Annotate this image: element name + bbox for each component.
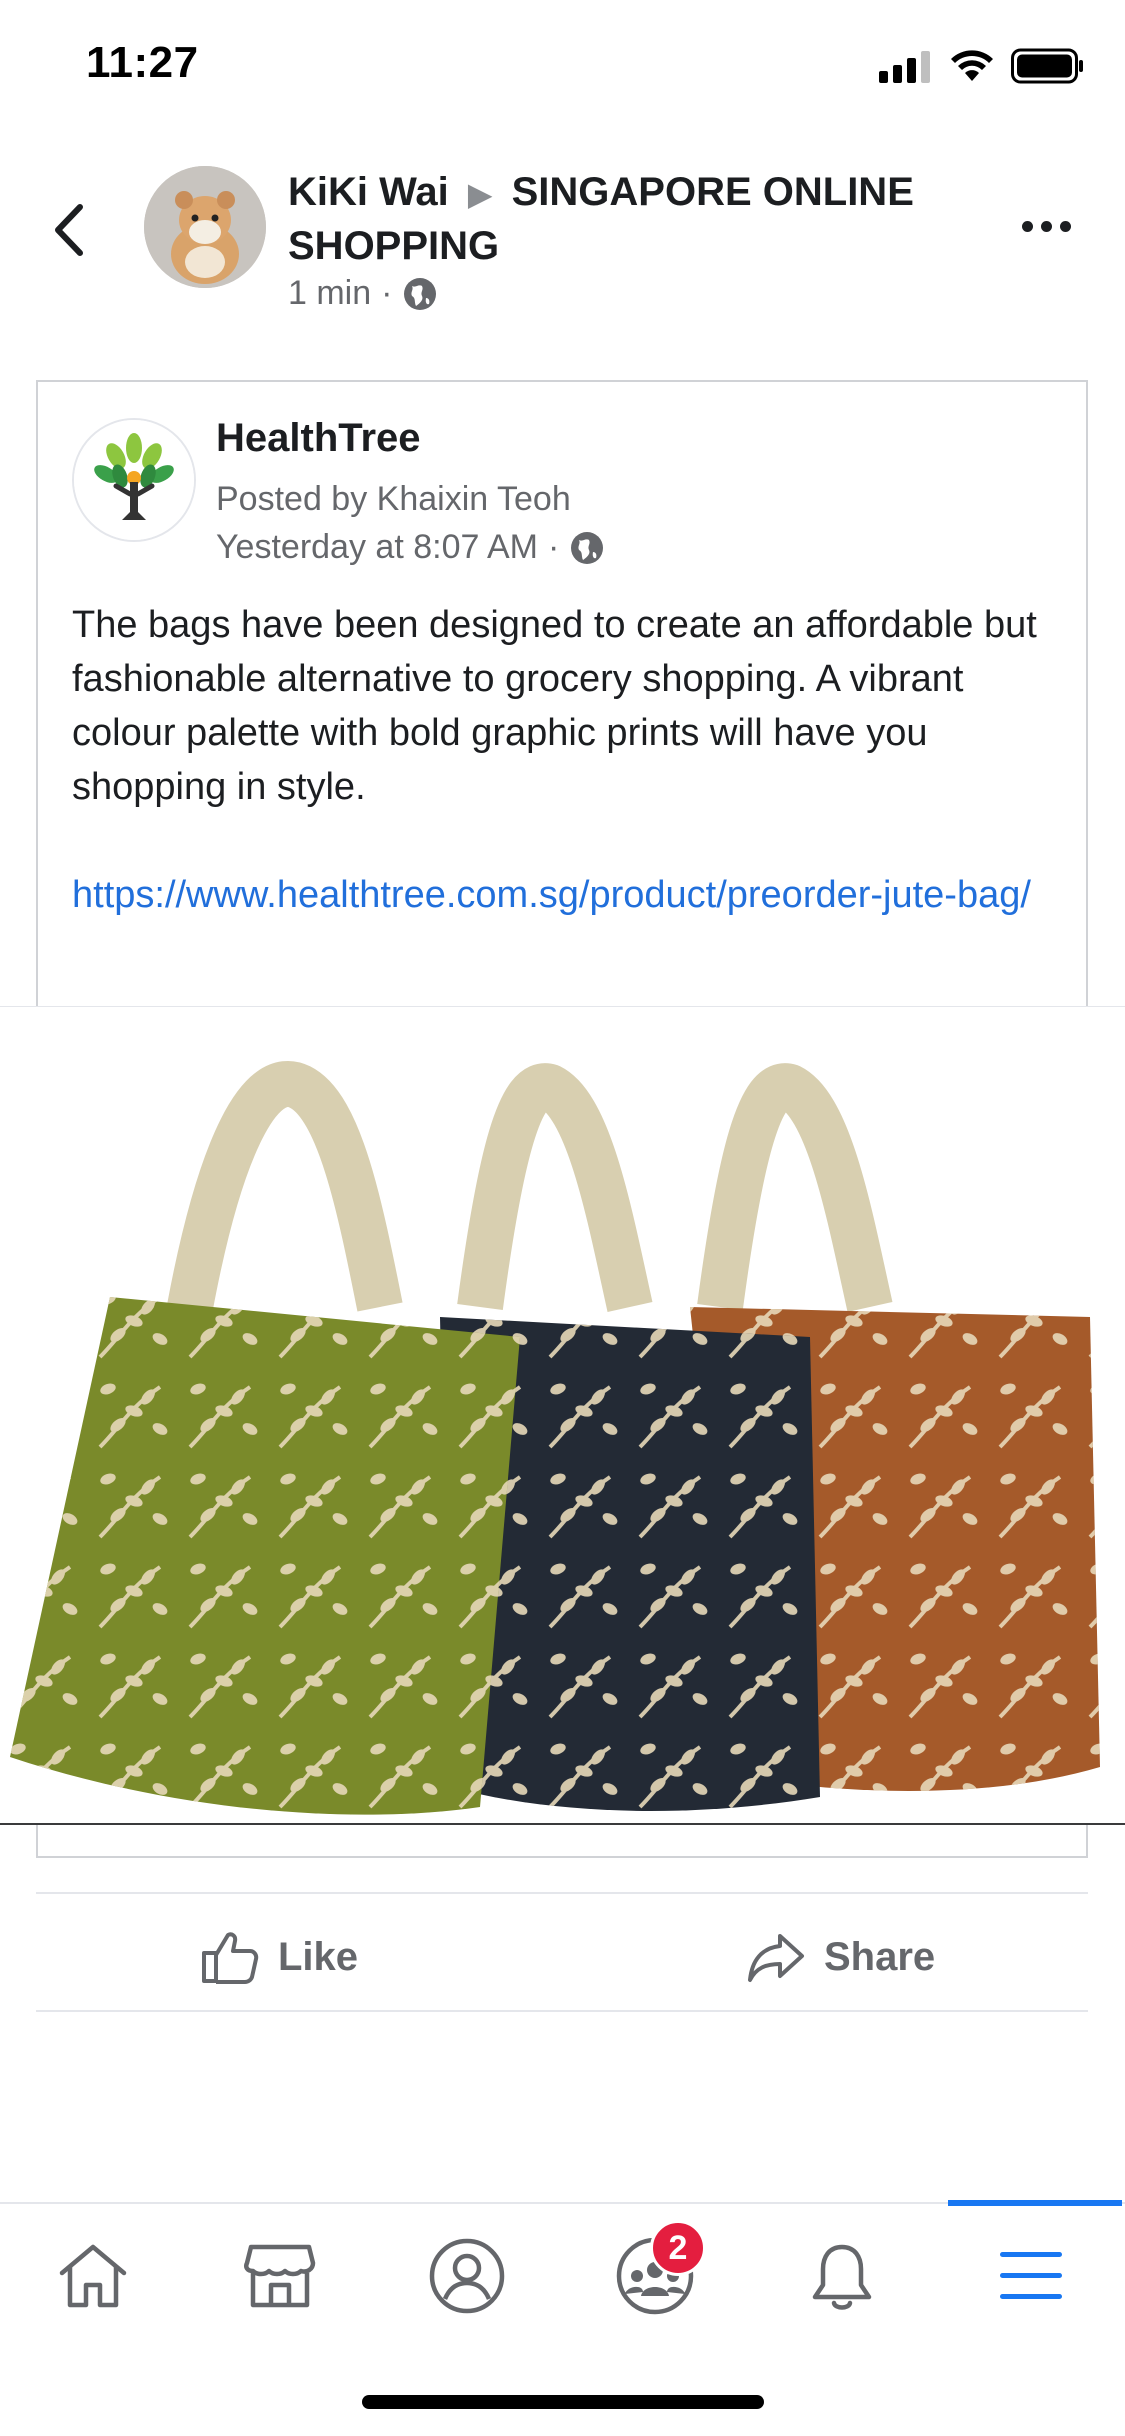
actions-divider-top	[36, 1892, 1088, 1894]
triangle-right-icon: ▶	[467, 176, 493, 212]
wifi-icon	[951, 50, 993, 81]
thumbs-up-icon	[202, 1932, 259, 1984]
notifications-icon	[812, 2244, 872, 2310]
post-time[interactable]: 1 min	[288, 274, 371, 313]
more-dot-icon	[1059, 220, 1071, 232]
more-options-button[interactable]	[1011, 206, 1081, 246]
back-button[interactable]	[44, 195, 94, 265]
chevron-left-icon	[55, 204, 83, 256]
post-meta: 1 min ·	[288, 274, 438, 313]
like-button[interactable]: Like	[200, 1912, 358, 2002]
tree-logo-icon	[74, 420, 194, 540]
home-icon	[59, 2244, 127, 2308]
meta-dot: ·	[547, 528, 560, 566]
tab-home[interactable]	[38, 2226, 148, 2326]
menu-icon	[1000, 2252, 1062, 2299]
tab-menu[interactable]	[976, 2226, 1086, 2326]
home-indicator[interactable]	[362, 2395, 764, 2409]
active-tab-indicator	[948, 2200, 1122, 2206]
share-label: Share	[824, 1934, 936, 1979]
cellular-signal-icon	[879, 51, 930, 83]
share-arrow-icon	[748, 1934, 804, 1982]
author-name[interactable]: KiKi Wai	[288, 170, 449, 214]
page-name[interactable]: HealthTree	[216, 416, 421, 461]
posted-by: Posted by Khaixin Teoh	[216, 480, 571, 518]
globe-icon	[571, 531, 604, 564]
hamster-avatar-image	[144, 166, 266, 288]
tab-profile[interactable]	[412, 2226, 522, 2326]
profile-icon	[429, 2238, 505, 2314]
groups-badge: 2	[650, 2220, 706, 2276]
meta-dot: ·	[381, 274, 393, 312]
actions-divider-bottom	[36, 2010, 1088, 2012]
tab-groups[interactable]: 2	[600, 2220, 710, 2326]
jute-bags-image	[10, 1061, 1100, 1815]
author-avatar[interactable]	[144, 166, 266, 288]
status-time: 11:27	[86, 38, 199, 87]
share-button[interactable]: Share	[746, 1912, 935, 2002]
product-link[interactable]: https://www.healthtree.com.sg/product/pr…	[72, 868, 1062, 922]
tab-notifications[interactable]	[787, 2226, 897, 2326]
status-icons	[879, 48, 1085, 84]
battery-icon	[1011, 48, 1083, 84]
product-image[interactable]	[0, 1006, 1125, 1825]
globe-icon	[404, 277, 437, 310]
post-body-text: The bags have been designed to create an…	[72, 604, 1037, 808]
like-label: Like	[278, 1934, 359, 1979]
page-logo[interactable]	[72, 418, 196, 542]
shared-post-meta: Yesterday at 8:07 AM ·	[216, 528, 605, 567]
tab-marketplace[interactable]	[225, 2226, 335, 2326]
more-dot-icon	[1040, 220, 1052, 232]
marketplace-icon	[244, 2244, 316, 2308]
post-header-title: KiKi Wai ▶ SINGAPORE ONLINE SHOPPING	[288, 166, 988, 272]
shared-post-time[interactable]: Yesterday at 8:07 AM	[216, 528, 538, 567]
more-dot-icon	[1021, 220, 1033, 232]
